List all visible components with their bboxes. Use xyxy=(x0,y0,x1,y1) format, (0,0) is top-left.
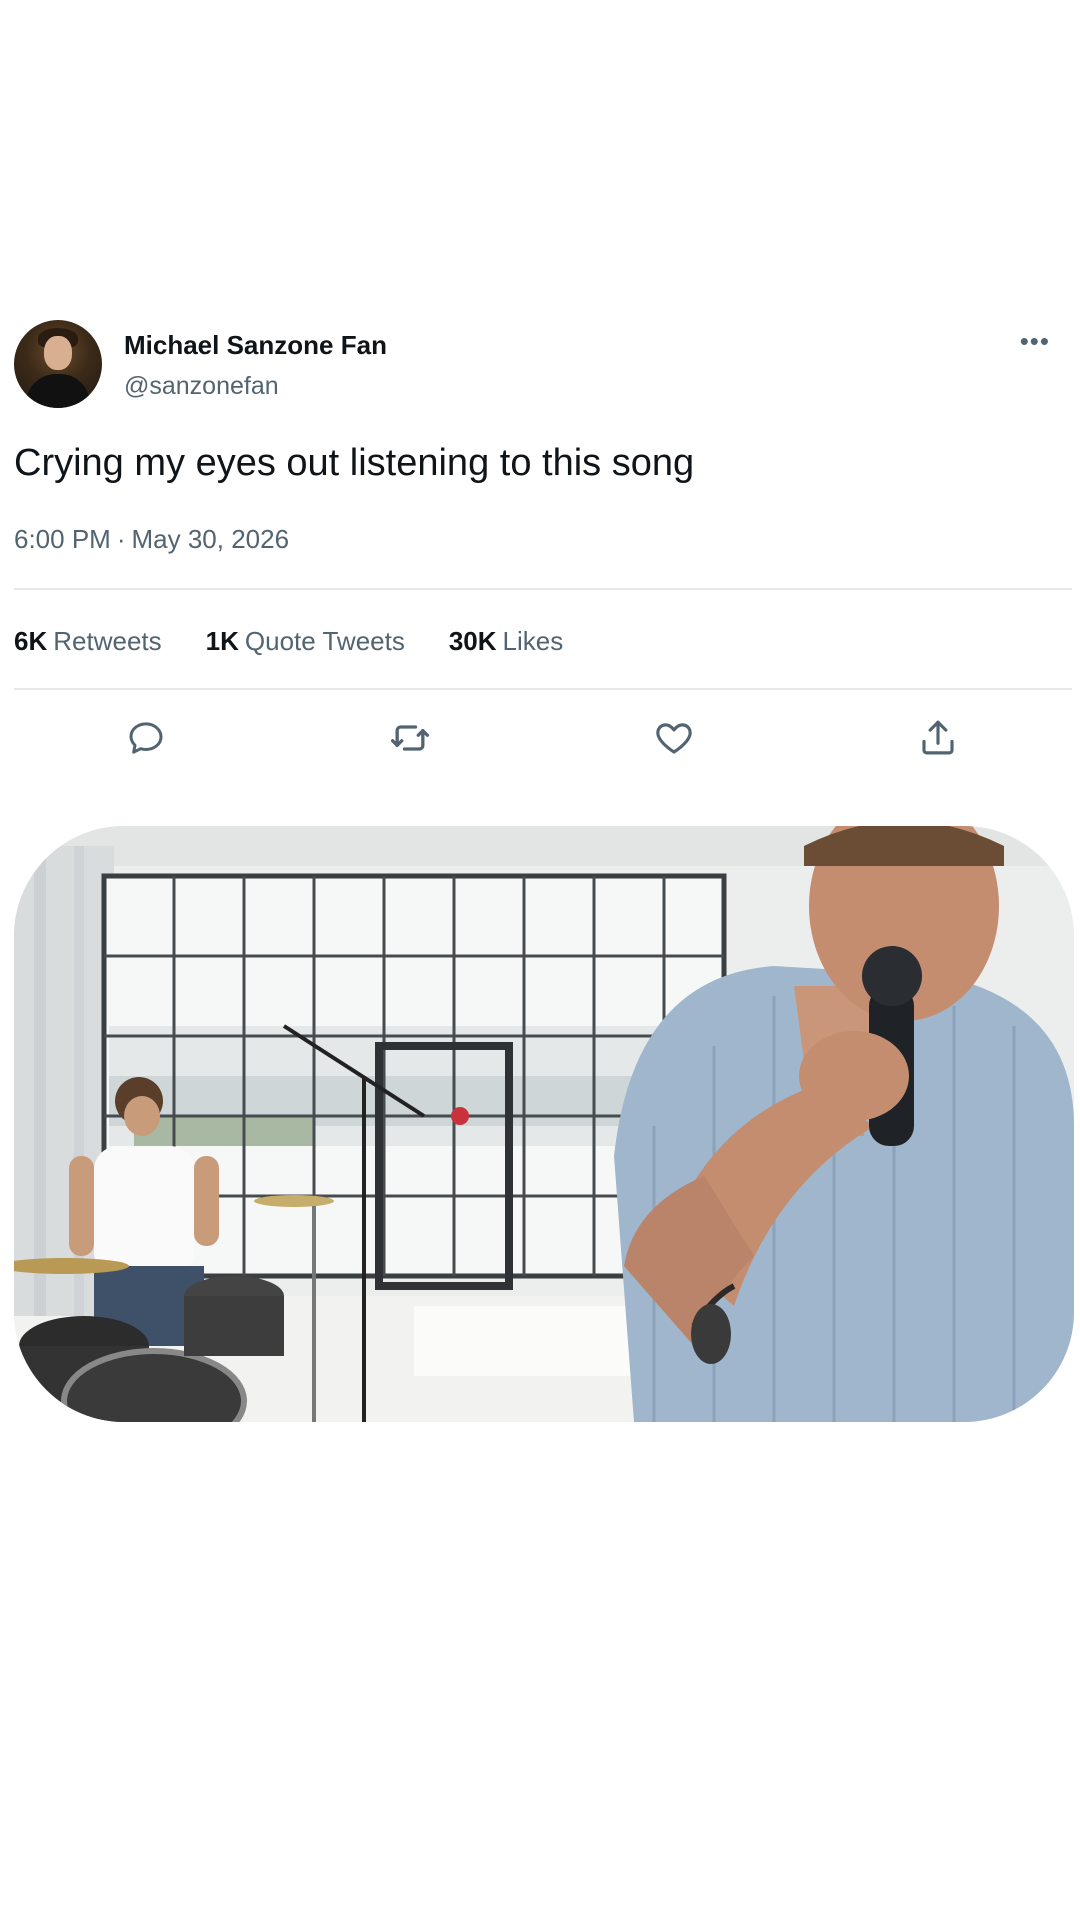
likes-stat[interactable]: 30K Likes xyxy=(449,626,563,657)
timestamp-separator: · xyxy=(116,524,126,554)
quote-tweets-label: Quote Tweets xyxy=(244,626,405,656)
display-name[interactable]: Michael Sanzone Fan xyxy=(124,330,387,361)
share-icon xyxy=(922,720,954,755)
like-icon xyxy=(656,723,692,754)
more-options-icon[interactable]: ••• xyxy=(1020,326,1050,357)
action-bar xyxy=(0,710,1080,766)
avatar-face xyxy=(44,336,72,370)
divider-bottom xyxy=(14,688,1072,690)
tweet-page: Michael Sanzone Fan @sanzonefan ••• Cryi… xyxy=(0,0,1080,1920)
share-button[interactable] xyxy=(910,710,966,766)
reply-button[interactable] xyxy=(118,710,174,766)
quote-tweets-count: 1K xyxy=(205,626,239,656)
like-button[interactable] xyxy=(646,710,702,766)
likes-label: Likes xyxy=(502,626,564,656)
retweet-button[interactable] xyxy=(382,710,438,766)
tweet-timestamp[interactable]: 6:00 PM · May 30, 2026 xyxy=(14,524,289,555)
engagement-stats: 6K Retweets 1K Quote Tweets 30K Likes xyxy=(14,626,563,657)
retweets-count: 6K xyxy=(14,626,48,656)
avatar-shirt xyxy=(26,374,90,408)
user-handle[interactable]: @sanzonefan xyxy=(124,372,279,401)
retweet-icon xyxy=(390,725,430,751)
tweet-time: 6:00 PM xyxy=(14,524,111,554)
retweets-stat[interactable]: 6K Retweets xyxy=(14,626,162,657)
likes-count: 30K xyxy=(448,626,497,656)
tweet-date: May 30, 2026 xyxy=(131,524,290,554)
avatar[interactable] xyxy=(14,320,102,408)
tweet-media-video[interactable] xyxy=(14,826,1074,1422)
quote-tweets-stat[interactable]: 1K Quote Tweets xyxy=(206,626,405,657)
divider-top xyxy=(14,588,1072,590)
reply-icon xyxy=(129,722,163,754)
retweets-label: Retweets xyxy=(53,626,162,656)
video-thumbnail xyxy=(14,826,1074,1422)
tweet-text: Crying my eyes out listening to this son… xyxy=(14,442,695,484)
